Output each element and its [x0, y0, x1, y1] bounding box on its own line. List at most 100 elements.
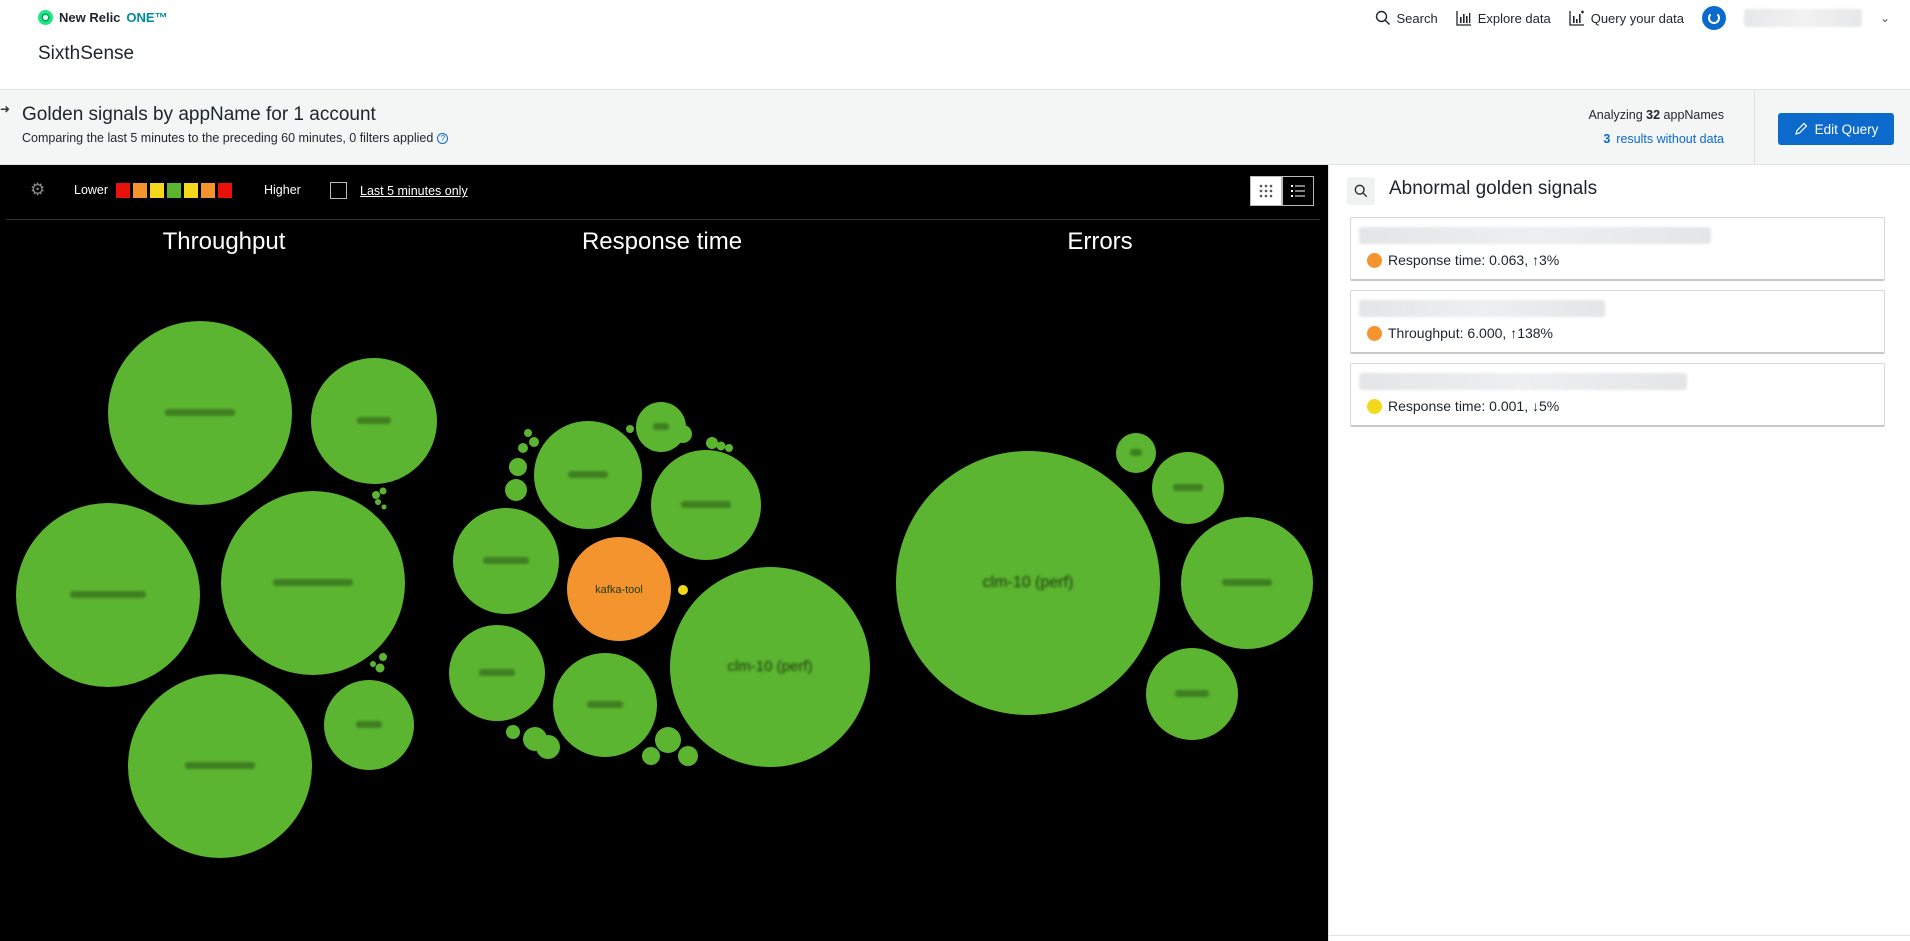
analyzing-prefix: Analyzing [1588, 108, 1643, 122]
pencil-icon [1794, 122, 1807, 135]
redacted-bubble-label [165, 409, 235, 416]
app-bubble[interactable] [518, 443, 528, 453]
redacted-bubble-label [1222, 579, 1272, 586]
search-icon [1375, 10, 1390, 25]
redacted-bubble-label [356, 721, 382, 728]
app-bubble[interactable] [505, 479, 527, 501]
page-subtitle: Comparing the last 5 minutes to the prec… [22, 131, 449, 145]
golden-signals-visualization: ⚙ Lower Higher Last 5 minutes only Throu… [0, 165, 1328, 941]
redacted-bubble-label [1175, 690, 1209, 697]
abnormal-signal-card[interactable]: Throughput: 6.000, ↑138% [1350, 290, 1885, 354]
app-bubble[interactable] [655, 727, 681, 753]
new-relic-logo[interactable]: New Relic ONE™ [38, 10, 168, 25]
card-signal: Throughput: 6.000, ↑138% [1367, 325, 1553, 341]
query-chart-icon [1569, 10, 1584, 26]
search-nav-label: Search [1396, 10, 1438, 26]
abnormal-signal-card[interactable]: Response time: 0.063, ↑3% [1350, 217, 1885, 281]
app-bubble[interactable] [375, 499, 381, 505]
brand-suffix: ONE™ [126, 10, 168, 25]
app-bubble[interactable] [529, 437, 539, 447]
bubble-label: kafka-tool [595, 584, 643, 596]
redacted-bubble-label [568, 471, 608, 478]
brand-name: New Relic [59, 10, 121, 25]
app-bubble[interactable] [381, 504, 387, 510]
status-dot [1367, 325, 1382, 341]
app-name-redacted [1359, 300, 1605, 317]
app-bubble[interactable] [524, 429, 532, 437]
help-icon[interactable]: ? [437, 133, 449, 144]
app-name-redacted [1359, 373, 1687, 390]
redacted-bubble-label [479, 669, 515, 676]
analyzing-summary: Analyzing 32 appNames [1588, 108, 1724, 122]
app-bubble[interactable] [379, 487, 387, 495]
app-bubble[interactable] [372, 491, 380, 499]
bubble-label: clm-10 (perf) [983, 574, 1074, 591]
chevron-down-icon[interactable]: ⌄ [1880, 11, 1890, 25]
app-bubble[interactable] [642, 747, 660, 765]
analyzing-count: 32 [1646, 108, 1661, 122]
bar-chart-icon [1456, 11, 1471, 26]
abnormal-signals-panel: Abnormal golden signals Response time: 0… [1328, 165, 1910, 941]
redacted-bubble-label [357, 417, 391, 424]
header-divider [1754, 90, 1755, 165]
signal-text: Throughput: 6.000, ↑138% [1388, 325, 1554, 341]
explore-data-label: Explore data [1477, 10, 1551, 26]
redacted-bubble-label [681, 501, 731, 508]
redacted-bubble-label [1173, 484, 1203, 491]
panel-bottom-border [1329, 935, 1910, 941]
signal-text: Response time: 0.063, ↑3% [1388, 252, 1560, 268]
signal-text: Response time: 0.001, ↓5% [1388, 398, 1560, 414]
app-bubble[interactable] [379, 653, 387, 661]
panel-search-button[interactable] [1347, 177, 1375, 205]
redacted-bubble-label [1130, 449, 1142, 456]
collapse-arrow-icon[interactable]: ➜ [0, 102, 10, 116]
results-without-data-link[interactable]: 3 results without data [1603, 132, 1724, 146]
app-bubble[interactable] [674, 425, 692, 443]
page-title: Golden signals by appName for 1 account [22, 104, 376, 125]
app-bubble[interactable] [506, 725, 520, 739]
analyzing-suffix: appNames [1663, 108, 1724, 122]
no-data-count: 3 [1603, 132, 1611, 146]
user-avatar-icon[interactable] [1701, 6, 1726, 30]
new-relic-logo-icon [38, 10, 53, 25]
redacted-bubble-label [653, 423, 669, 430]
edit-query-button[interactable]: Edit Query [1778, 113, 1894, 145]
redacted-bubble-label [273, 579, 353, 586]
bubble-chart: kafka-tool clm-10 (perf) clm-10 (perf) [16, 321, 1313, 858]
app-bubble[interactable] [706, 437, 718, 449]
query-data-label: Query your data [1590, 10, 1684, 26]
card-signal: Response time: 0.063, ↑3% [1367, 252, 1559, 268]
app-name-redacted [1359, 227, 1711, 244]
no-data-label: results without data [1616, 132, 1724, 146]
query-header: ➜ Golden signals by appName for 1 accoun… [0, 90, 1910, 165]
app-bubble[interactable] [678, 746, 698, 766]
top-navigation: New Relic ONE™ SixthSense Search Explore… [0, 0, 1910, 90]
app-bubble[interactable] [375, 663, 385, 673]
redacted-bubble-label [587, 701, 623, 708]
panel-title: Abnormal golden signals [1389, 178, 1598, 199]
app-bubble[interactable] [725, 444, 733, 452]
status-dot [1367, 398, 1382, 414]
nav-actions: Search Explore data Query your data ⌄ [1375, 6, 1890, 30]
status-dot [1367, 252, 1382, 268]
app-bubble[interactable] [678, 585, 688, 595]
card-signal: Response time: 0.001, ↓5% [1367, 398, 1559, 414]
app-bubble[interactable] [626, 425, 634, 433]
app-bubble[interactable] [509, 458, 527, 476]
abnormal-signal-card[interactable]: Response time: 0.001, ↓5% [1350, 363, 1885, 427]
query-data-button[interactable]: Query your data [1569, 10, 1684, 26]
app-bubble[interactable] [370, 661, 376, 667]
redacted-bubble-label [483, 557, 529, 564]
search-nav-button[interactable]: Search [1375, 10, 1438, 26]
redacted-bubble-label [185, 762, 255, 769]
user-account-name[interactable] [1743, 9, 1862, 27]
edit-query-label: Edit Query [1814, 121, 1879, 137]
bubble-label: clm-10 (perf) [727, 658, 812, 675]
app-bubble[interactable] [716, 441, 726, 451]
app-bubble[interactable] [539, 737, 557, 755]
app-title: SixthSense [38, 43, 135, 64]
subtitle-text: Comparing the last 5 minutes to the prec… [22, 131, 434, 145]
search-icon [1354, 184, 1368, 198]
redacted-bubble-label [70, 591, 146, 598]
explore-data-button[interactable]: Explore data [1456, 10, 1551, 26]
